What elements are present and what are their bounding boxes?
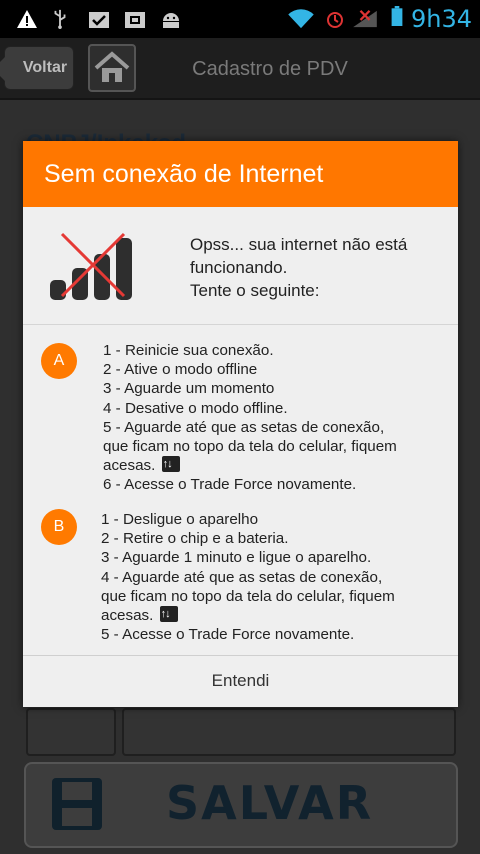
save-label: SALVAR [166,776,374,830]
alarm-icon [327,12,343,28]
battery-icon [391,6,403,26]
connection-arrows-icon [159,605,178,624]
background-field-left[interactable] [26,708,116,756]
understood-button[interactable]: Entendi [23,656,458,706]
connection-arrows-icon [161,455,180,474]
step-b-4-end-text: acesas. [101,607,154,625]
save-button[interactable]: SALVAR [24,762,458,848]
warning-icon [17,10,37,28]
wifi-icon [288,9,314,29]
status-time: 9h34 [410,5,472,33]
dialog-title: Sem conexão de Internet [23,141,458,207]
step-a-5-end: acesas. [103,455,443,475]
step-a-4: 4 - Desative o modo offline. [103,399,288,417]
page-title: Cadastro de PDV [192,58,348,80]
no-connection-dialog: Sem conexão de Internet Opss... sua inte… [23,141,458,707]
step-b-2: 2 - Retire o chip e a bateria. [101,530,289,548]
app-header: Voltar Cadastro de PDV [0,38,480,100]
photo-icon [125,12,145,28]
step-a-2: 2 - Ative o modo offline [103,361,258,379]
status-bar: 9h34 [0,0,480,38]
step-b-4-cont: que ficam no topo da tela do celular, fi… [101,587,395,605]
section-a-steps: 1 - Reinicie sua conexão. 2 - Ative o mo… [103,341,443,495]
dialog-message-line-3: Tente o seguinte: [190,281,320,300]
step-a-6: 6 - Acesse o Trade Force novamente. [103,476,357,494]
step-b-5: 5 - Acesse o Trade Force novamente. [101,626,355,644]
usb-icon [54,9,66,29]
dialog-steps-area: A 1 - Reinicie sua conexão. 2 - Ative o … [23,325,458,656]
section-b-badge: B [41,509,77,545]
step-a-5-cont: que ficam no topo da tela do celular, fi… [103,438,397,456]
no-signal-icon [50,232,132,300]
clipboard-check-icon [89,12,109,28]
step-a-1: 1 - Reinicie sua conexão. [103,342,274,359]
dialog-message-line-1: Opss... sua internet não está [190,235,408,254]
section-b-steps: 1 - Desligue o aparelho 2 - Retire o chi… [101,510,441,644]
dialog-message-line-2: funcionando. [190,258,288,277]
step-b-4-end: acesas. [101,605,441,625]
step-b-4: 4 - Aguarde até que as setas de conexão, [101,568,383,586]
background-field-right[interactable] [122,708,456,756]
dialog-message-area: Opss... sua internet não está funcionand… [23,207,458,325]
android-icon [163,13,179,28]
floppy-disk-icon [52,778,102,830]
step-a-5-end-text: acesas. [103,457,156,475]
step-a-5: 5 - Aguarde até que as setas de conexão, [103,418,385,436]
section-a-badge: A [41,343,77,379]
step-a-3: 3 - Aguarde um momento [103,380,275,398]
step-b-1: 1 - Desligue o aparelho [101,511,259,528]
step-b-3: 3 - Aguarde 1 minuto e ligue o aparelho. [101,549,372,567]
signal-icon [353,10,377,28]
